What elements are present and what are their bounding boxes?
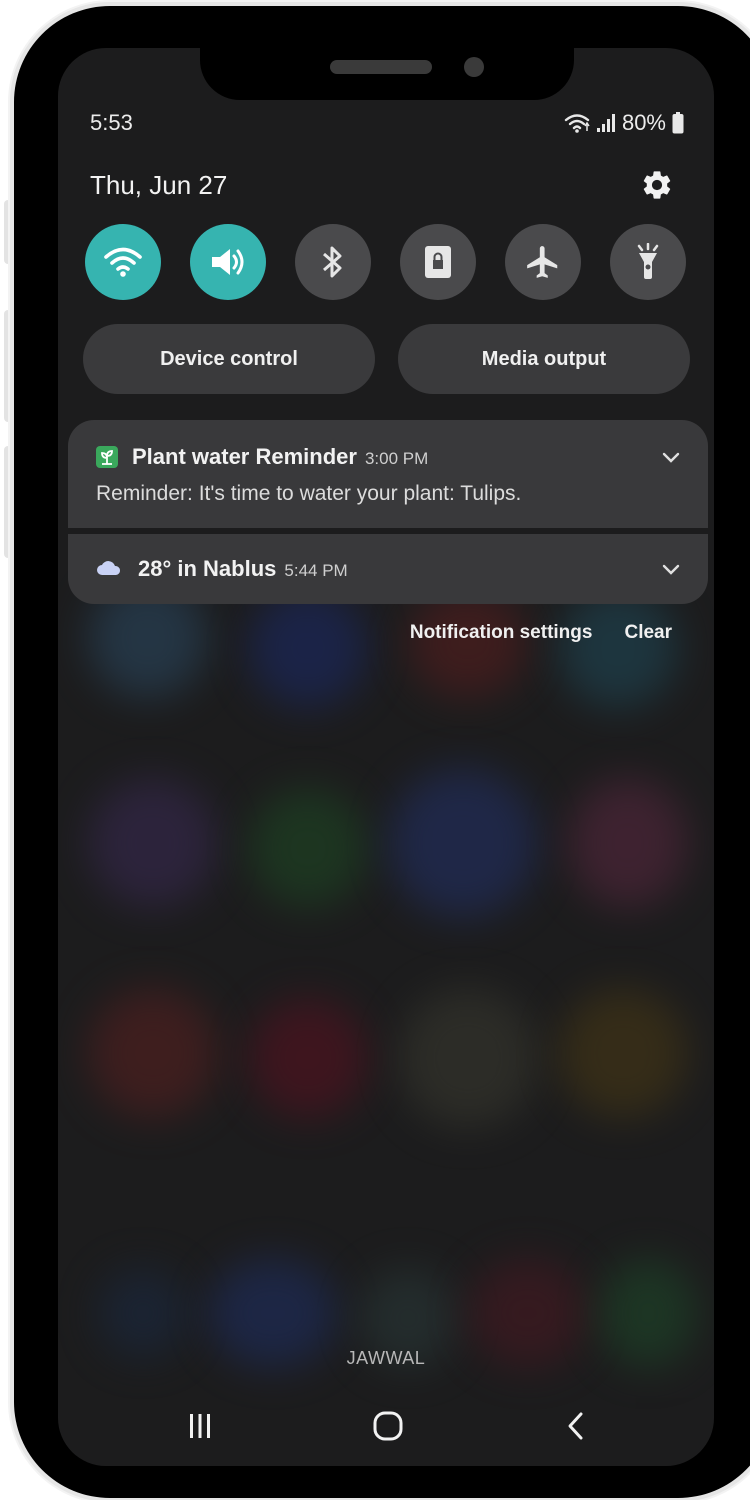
weather-time: 5:44 PM: [284, 561, 348, 580]
battery-icon: [672, 112, 684, 134]
background-app-icon: [248, 998, 368, 1118]
chevron-down-icon[interactable]: [660, 446, 682, 468]
volume-down-button: [4, 446, 14, 558]
sound-toggle[interactable]: [190, 224, 266, 300]
bluetooth-toggle[interactable]: [295, 224, 371, 300]
background-app-icon: [248, 788, 368, 908]
quick-settings: [85, 224, 686, 302]
background-app-icon: [398, 988, 538, 1128]
device-control-button[interactable]: Device control: [83, 324, 375, 394]
date: Thu, Jun 27: [90, 170, 228, 200]
wifi-status-icon: [564, 114, 590, 133]
notification-card[interactable]: Plant water Reminder 3:00 PM Reminder: It…: [68, 420, 708, 528]
weather-text: 28° in Nablus: [138, 556, 277, 581]
notification-time: 3:00 PM: [364, 449, 429, 468]
flashlight-icon: [637, 243, 659, 279]
navigation-bar: [58, 1396, 714, 1456]
home-icon: [373, 1411, 403, 1441]
notification-settings-button[interactable]: Notification settings: [410, 622, 593, 644]
speaker-icon: [212, 249, 244, 275]
airplane-icon: [527, 246, 558, 278]
battery-percent: 80%: [621, 110, 666, 135]
signal-icon: [596, 114, 615, 132]
notification-shade: 5:53 80% Thu, Jun 27 Device control Medi…: [58, 48, 714, 1466]
front-camera: [464, 57, 484, 77]
notch: [200, 44, 574, 100]
media-output-button[interactable]: Media output: [398, 324, 690, 394]
notification-app-name: Plant water Reminder: [132, 444, 357, 469]
chevron-down-icon[interactable]: [660, 558, 682, 580]
weather-title: 28° in Nablus 5:44 PM: [138, 556, 348, 582]
background-app-icon: [388, 768, 538, 918]
media-output-label: Media output: [481, 347, 607, 370]
status-indicators: 80%: [564, 110, 684, 136]
wifi-toggle[interactable]: [85, 224, 161, 300]
bluetooth-icon: [323, 246, 342, 278]
weather-notification-card[interactable]: 28° in Nablus 5:44 PM: [68, 534, 708, 604]
lock-icon: [425, 246, 451, 278]
notification-text: Reminder: It's time to water your plant:…: [96, 482, 522, 505]
carrier-label: JAWWAL: [346, 1348, 426, 1368]
device-control-label: Device control: [160, 347, 298, 370]
notification-title: Plant water Reminder 3:00 PM: [132, 444, 428, 470]
back-button[interactable]: [556, 1406, 596, 1446]
home-button[interactable]: [368, 1406, 408, 1446]
speaker-grille: [330, 60, 432, 74]
background-app-icon: [248, 588, 368, 708]
clear-button[interactable]: Clear: [624, 622, 672, 644]
background-app-icon: [558, 588, 678, 708]
wifi-icon: [104, 247, 142, 277]
status-time: 5:53: [90, 110, 133, 135]
status-bar: 5:53 80%: [90, 110, 684, 140]
background-app-icon: [98, 1268, 188, 1358]
background-app-icon: [568, 778, 688, 908]
plant-app-icon: [96, 446, 118, 468]
silent-switch: [4, 200, 14, 264]
background-app-icon: [88, 778, 218, 908]
gear-icon[interactable]: [640, 168, 674, 202]
back-icon: [568, 1412, 583, 1440]
airplane-mode-toggle[interactable]: [505, 224, 581, 300]
flashlight-toggle[interactable]: [610, 224, 686, 300]
volume-up-button: [4, 310, 14, 422]
recent-apps-button[interactable]: [180, 1406, 220, 1446]
background-app-icon: [88, 988, 218, 1118]
background-app-icon: [558, 988, 688, 1118]
notification-actions: Notification settings Clear: [410, 622, 672, 644]
rotation-lock-toggle[interactable]: [400, 224, 476, 300]
cloud-icon: [97, 561, 121, 575]
recent-apps-icon: [190, 1414, 210, 1438]
